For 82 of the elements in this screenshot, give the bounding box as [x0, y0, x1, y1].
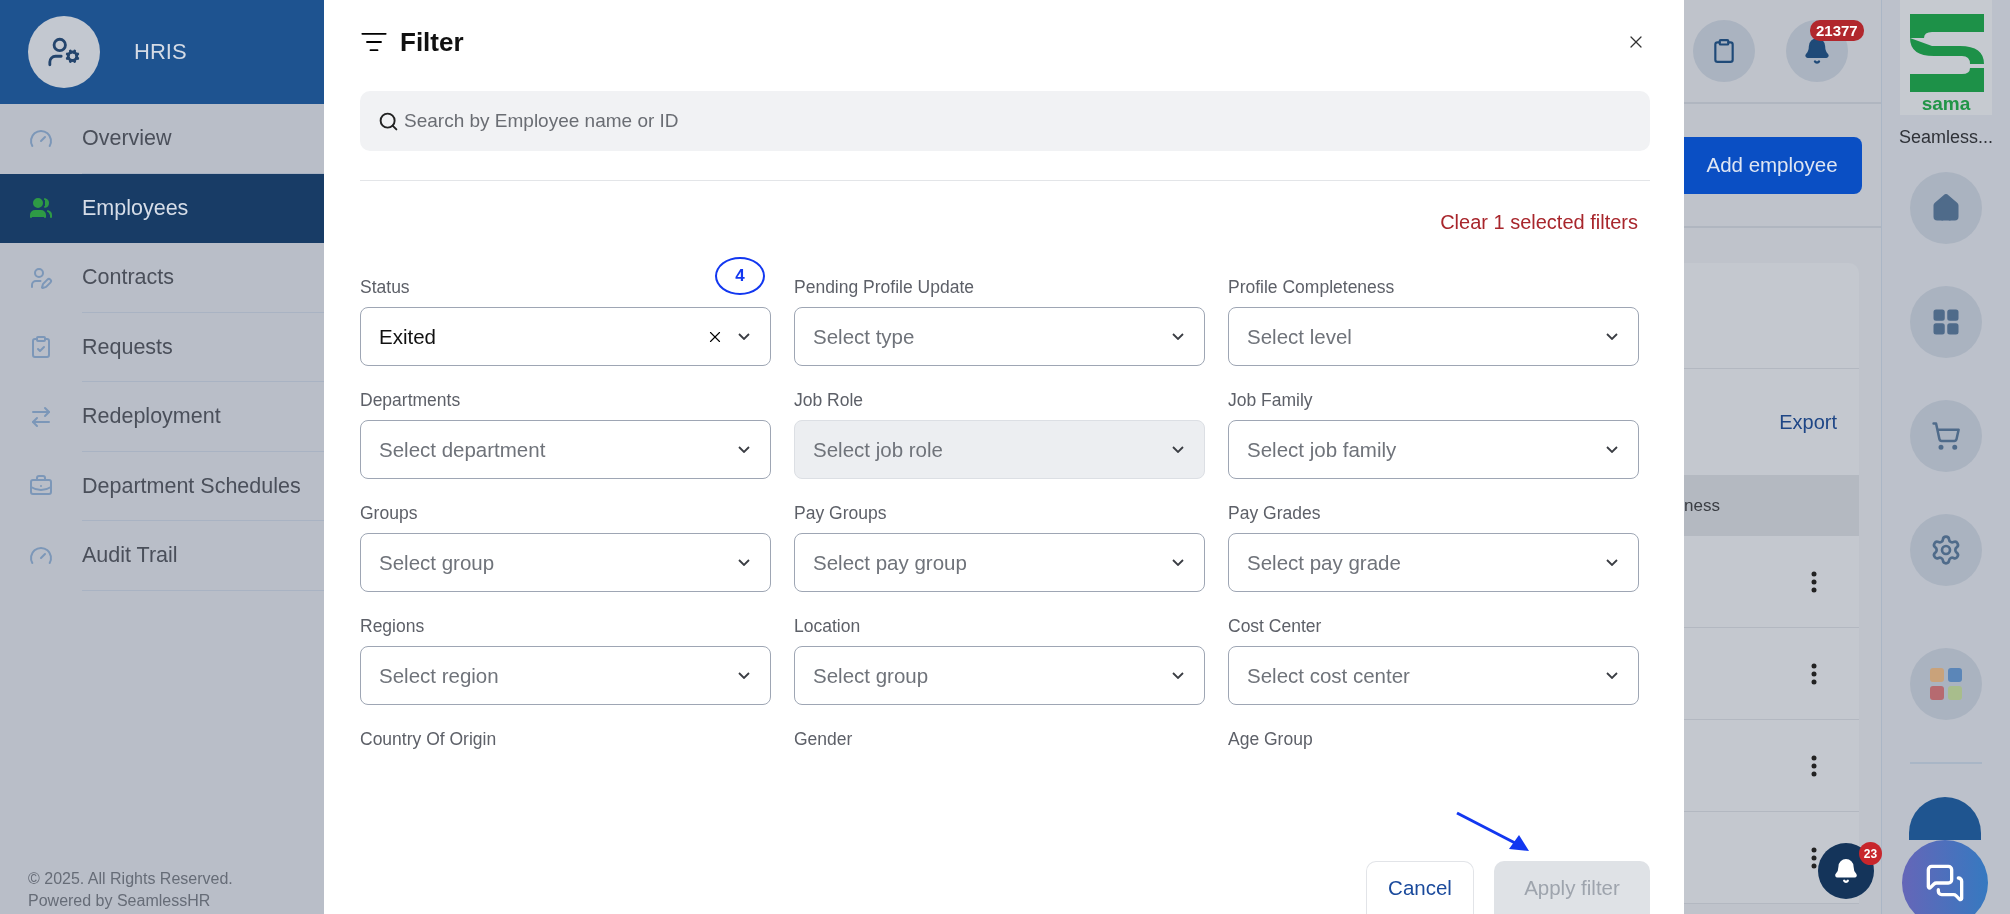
kebab-icon — [1811, 754, 1817, 777]
people-icon — [29, 196, 53, 221]
more-menu-button[interactable] — [1811, 662, 1817, 685]
select-field[interactable]: Select level — [1228, 307, 1639, 366]
chevron-icon — [1606, 672, 1618, 679]
app-title: HRIS — [134, 39, 187, 65]
field-label: Groups — [360, 503, 419, 524]
select-field[interactable]: Select group — [794, 646, 1205, 705]
footer-text: Powered by SeamlessHR — [28, 892, 212, 910]
bell-icon — [1803, 37, 1831, 65]
select-field[interactable]: Select group — [360, 533, 771, 592]
field-label: Cost Center — [1228, 616, 1323, 637]
grid-icon — [1931, 307, 1961, 337]
sidebar-item[interactable]: Requests — [0, 312, 324, 382]
sidebar-item[interactable]: Employees — [0, 173, 324, 243]
kebab-icon — [1811, 570, 1817, 593]
export-link[interactable]: Export — [1779, 410, 1837, 434]
field-label: Pay Groups — [794, 503, 888, 524]
select-field[interactable]: Select job family — [1228, 420, 1639, 479]
clear-filters-link[interactable]: Clear 1 selected filters — [1440, 211, 1638, 265]
colored-grid-icon — [1929, 667, 1963, 701]
select-field[interactable]: Select pay grade — [1228, 533, 1639, 592]
chevron-icon — [1172, 333, 1184, 340]
settings-icon — [1930, 534, 1962, 566]
select-field[interactable]: Select type — [794, 307, 1205, 366]
field-label: Country Of Origin — [360, 729, 498, 750]
search-field[interactable]: Search by Employee name or ID — [360, 91, 1650, 151]
chevron-icon — [738, 559, 750, 566]
chat-icon — [1925, 863, 1965, 903]
sidebar-item[interactable]: Contracts — [0, 243, 324, 313]
more-menu-button[interactable] — [1811, 570, 1817, 593]
more-menu-button[interactable] — [1811, 754, 1817, 777]
clipboard-icon — [1711, 38, 1737, 64]
field-label: Departments — [360, 390, 462, 411]
add-employee-button[interactable]: Add employee — [1684, 136, 1862, 194]
clipboard-check-icon — [29, 335, 53, 360]
arrows-icon — [29, 404, 53, 429]
column-header: ness — [1684, 495, 1720, 516]
bell-icon — [1833, 858, 1859, 884]
search-icon — [378, 111, 399, 132]
cart-icon — [1931, 421, 1961, 451]
more-menu-button[interactable] — [1811, 846, 1817, 869]
company-name: Seamless... — [1898, 127, 1993, 148]
chevron-icon — [1606, 333, 1618, 340]
kebab-icon — [1811, 662, 1817, 685]
select-field[interactable]: Select pay group — [794, 533, 1205, 592]
chevron-icon — [1172, 559, 1184, 566]
field-label: Status — [360, 277, 411, 298]
field-label: Job Role — [794, 390, 865, 411]
annotation-circle: 4 — [715, 257, 765, 295]
field-label: Pending Profile Update — [794, 277, 975, 298]
chevron-icon — [738, 446, 750, 453]
chevron-icon — [738, 672, 750, 679]
select-field[interactable]: Select region — [360, 646, 771, 705]
dialog-title: Filter — [400, 26, 464, 58]
chevron-icon — [1606, 446, 1618, 453]
chevron-icon — [738, 333, 750, 340]
select-field[interactable]: Select department — [360, 420, 771, 479]
chevron-icon — [1606, 559, 1618, 566]
field-label: Pay Grades — [1228, 503, 1322, 524]
sidebar-item[interactable]: Redeployment — [0, 382, 324, 452]
user-pen-icon — [29, 265, 53, 290]
select-field[interactable]: Exited — [360, 307, 771, 366]
chevron-icon — [1172, 446, 1184, 453]
cancel-button[interactable]: Cancel — [1366, 861, 1474, 914]
field-label: Location — [794, 616, 862, 637]
brand-logo: sama — [1900, 0, 1992, 115]
sidebar-item[interactable]: Department Schedules — [0, 451, 324, 521]
notification-badge: 21377 — [1810, 20, 1864, 41]
field-label: Age Group — [1228, 729, 1314, 750]
chevron-icon — [1172, 672, 1184, 679]
field-label: Gender — [794, 729, 854, 750]
footer-text: © 2025. All Rights Reserved. — [28, 870, 234, 888]
field-label: Job Family — [1228, 390, 1314, 411]
select-field[interactable]: Select cost center — [1228, 646, 1639, 705]
field-label: Regions — [360, 616, 426, 637]
user-gear-icon — [47, 35, 81, 69]
sidebar-item[interactable]: Audit Trail — [0, 521, 324, 591]
sidebar-item[interactable]: Overview — [0, 104, 324, 174]
home-icon — [1931, 193, 1961, 223]
field-label: Profile Completeness — [1228, 277, 1396, 298]
kebab-icon — [1811, 846, 1817, 869]
